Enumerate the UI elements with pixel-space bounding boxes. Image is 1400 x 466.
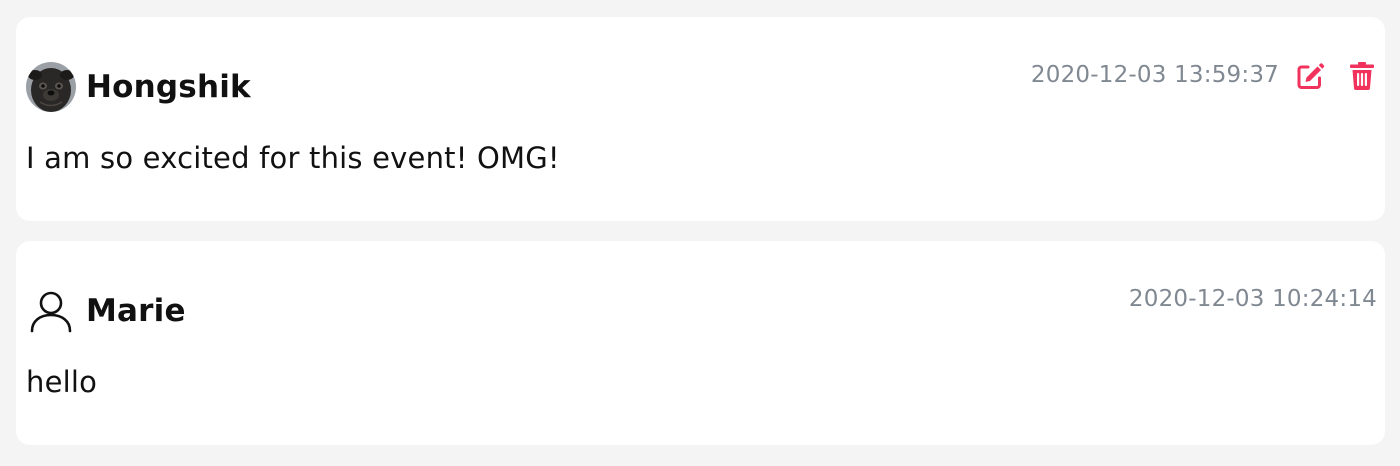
comment-card: Hongshik 2020-12-03 13:59:37 I am so exc…	[16, 17, 1385, 221]
trash-icon	[1350, 62, 1374, 90]
author-name: Marie	[86, 293, 186, 329]
comment-timestamp: 2020-12-03 10:24:14	[1128, 286, 1377, 312]
comment-card: Marie 2020-12-03 10:24:14 hello	[16, 241, 1385, 445]
comment-text: hello	[26, 365, 98, 399]
user-outline-icon	[30, 291, 72, 333]
comment-author: Marie	[26, 285, 186, 337]
comment-author: Hongshik	[26, 61, 251, 113]
pug-avatar-image	[26, 62, 76, 112]
delete-button[interactable]	[1347, 61, 1377, 91]
edit-icon	[1297, 63, 1325, 89]
avatar	[26, 286, 76, 336]
avatar	[26, 62, 76, 112]
comment-timestamp: 2020-12-03 13:59:37	[1030, 62, 1279, 88]
edit-button[interactable]	[1295, 61, 1325, 91]
comment-actions	[1295, 61, 1377, 91]
comment-list: Hongshik 2020-12-03 13:59:37 I am so exc…	[0, 0, 1400, 466]
comment-text: I am so excited for this event! OMG!	[26, 141, 560, 175]
author-name: Hongshik	[86, 69, 251, 105]
